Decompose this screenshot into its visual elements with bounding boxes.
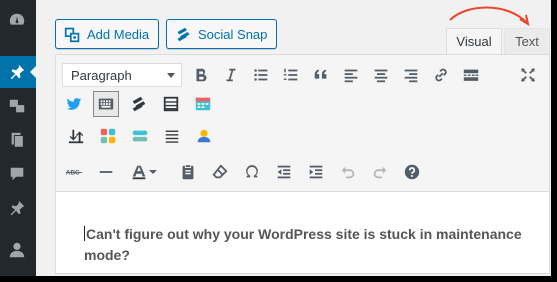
svg-text:ABC: ABC	[66, 170, 80, 177]
editor-toolbar: Paragraph ABC	[55, 54, 550, 192]
special-character-button[interactable]	[240, 160, 264, 184]
social-snap-button[interactable]: Social Snap	[166, 19, 278, 49]
bulleted-list-button[interactable]	[249, 63, 273, 87]
social-snap-label: Social Snap	[198, 26, 268, 42]
undo-button[interactable]	[336, 160, 360, 184]
text-cursor	[84, 226, 85, 241]
blockquote-icon	[314, 69, 327, 79]
frame-border-right	[551, 0, 557, 282]
pin-icon[interactable]	[6, 62, 28, 82]
editor-screen: Add Media Social Snap Visual Text Paragr…	[0, 0, 557, 282]
read-more-icon	[463, 69, 479, 81]
users-icon[interactable]	[6, 240, 28, 260]
divider-icon	[165, 130, 179, 143]
align-right-button[interactable]	[399, 63, 423, 87]
divider-button[interactable]	[160, 124, 184, 148]
clear-formatting-button[interactable]	[208, 160, 232, 184]
dashboard-icon[interactable]	[6, 10, 28, 30]
align-center-icon	[374, 69, 388, 83]
strikethrough-icon: ABC	[65, 170, 83, 177]
table-icon	[163, 96, 179, 112]
annotation-arrow	[449, 6, 530, 27]
calendar-button[interactable]	[191, 92, 215, 116]
shortcodes-button[interactable]	[96, 124, 120, 148]
pages-icon[interactable]	[6, 130, 28, 150]
add-media-icon	[64, 27, 80, 42]
keyboard-button[interactable]	[93, 91, 119, 117]
editor-content-area[interactable]: Can't figure out why your WordPress site…	[55, 192, 550, 274]
add-media-button[interactable]: Add Media	[55, 19, 160, 49]
blockquote-button[interactable]	[309, 63, 333, 87]
media-icon[interactable]	[6, 96, 28, 116]
indent-button[interactable]	[304, 160, 328, 184]
horizontal-line-icon	[99, 171, 113, 173]
bold-button[interactable]	[189, 63, 213, 87]
calendar-icon	[195, 97, 211, 111]
bulleted-list-icon	[254, 69, 268, 81]
social-snap-toolbar-button[interactable]	[127, 92, 151, 116]
tab-text[interactable]: Text	[504, 28, 550, 54]
tab-visual-label: Visual	[456, 34, 492, 49]
clipboard-icon	[182, 164, 194, 180]
social-snap-toolbar-icon	[132, 96, 146, 112]
chevron-down-icon	[167, 73, 175, 78]
pin-icon-2[interactable]	[6, 198, 28, 218]
social-snap-icon	[177, 27, 190, 41]
eraser-icon	[212, 164, 228, 179]
buttons-icon	[132, 130, 148, 142]
redo-icon	[373, 166, 387, 179]
sort-icon	[68, 129, 84, 144]
outdent-button[interactable]	[272, 160, 296, 184]
sort-button[interactable]	[64, 124, 88, 148]
keyboard-icon	[98, 98, 114, 110]
help-icon	[404, 164, 420, 180]
paste-as-text-button[interactable]	[176, 160, 200, 184]
strikethrough-button[interactable]: ABC	[62, 160, 86, 184]
editor-paragraph[interactable]: Can't figure out why your WordPress site…	[84, 224, 524, 266]
fullscreen-button[interactable]	[516, 63, 540, 87]
text-color-button[interactable]	[124, 160, 164, 184]
tab-text-label: Text	[515, 34, 539, 49]
undo-icon	[341, 166, 355, 179]
active-menu-notch	[30, 66, 36, 78]
author-box-button[interactable]	[192, 124, 216, 148]
frame-border-bottom	[0, 276, 557, 282]
align-center-button[interactable]	[369, 63, 393, 87]
align-left-icon	[344, 69, 358, 83]
format-select[interactable]: Paragraph	[62, 63, 182, 87]
text-color-chevron-icon	[149, 170, 157, 174]
admin-sidebar	[0, 0, 36, 282]
twitter-button[interactable]	[62, 92, 86, 116]
indent-icon	[309, 165, 323, 179]
bold-icon	[196, 68, 207, 82]
redo-button[interactable]	[368, 160, 392, 184]
twitter-icon	[66, 98, 82, 110]
format-select-value: Paragraph	[71, 67, 132, 83]
numbered-list-icon	[283, 68, 298, 81]
italic-button[interactable]	[219, 63, 243, 87]
table-button[interactable]	[159, 92, 183, 116]
keyboard-shortcuts-button[interactable]	[400, 160, 424, 184]
text-color-icon	[132, 165, 146, 180]
link-icon	[435, 68, 447, 82]
tab-visual[interactable]: Visual	[446, 28, 502, 54]
comments-icon[interactable]	[6, 164, 28, 184]
italic-icon	[226, 68, 236, 82]
shortcodes-icon	[100, 128, 116, 144]
numbered-list-button[interactable]	[279, 63, 303, 87]
outdent-icon	[277, 165, 291, 179]
omega-icon	[246, 165, 258, 178]
insert-link-button[interactable]	[429, 63, 453, 87]
add-media-label: Add Media	[87, 26, 150, 42]
align-right-icon	[404, 69, 418, 83]
align-left-button[interactable]	[339, 63, 363, 87]
buttons-button[interactable]	[128, 124, 152, 148]
fullscreen-icon	[521, 68, 535, 82]
author-box-icon	[197, 129, 211, 143]
read-more-button[interactable]	[459, 63, 483, 87]
horizontal-line-button[interactable]	[94, 160, 118, 184]
editor-paragraph-text: Can't figure out why your WordPress site…	[84, 226, 522, 263]
